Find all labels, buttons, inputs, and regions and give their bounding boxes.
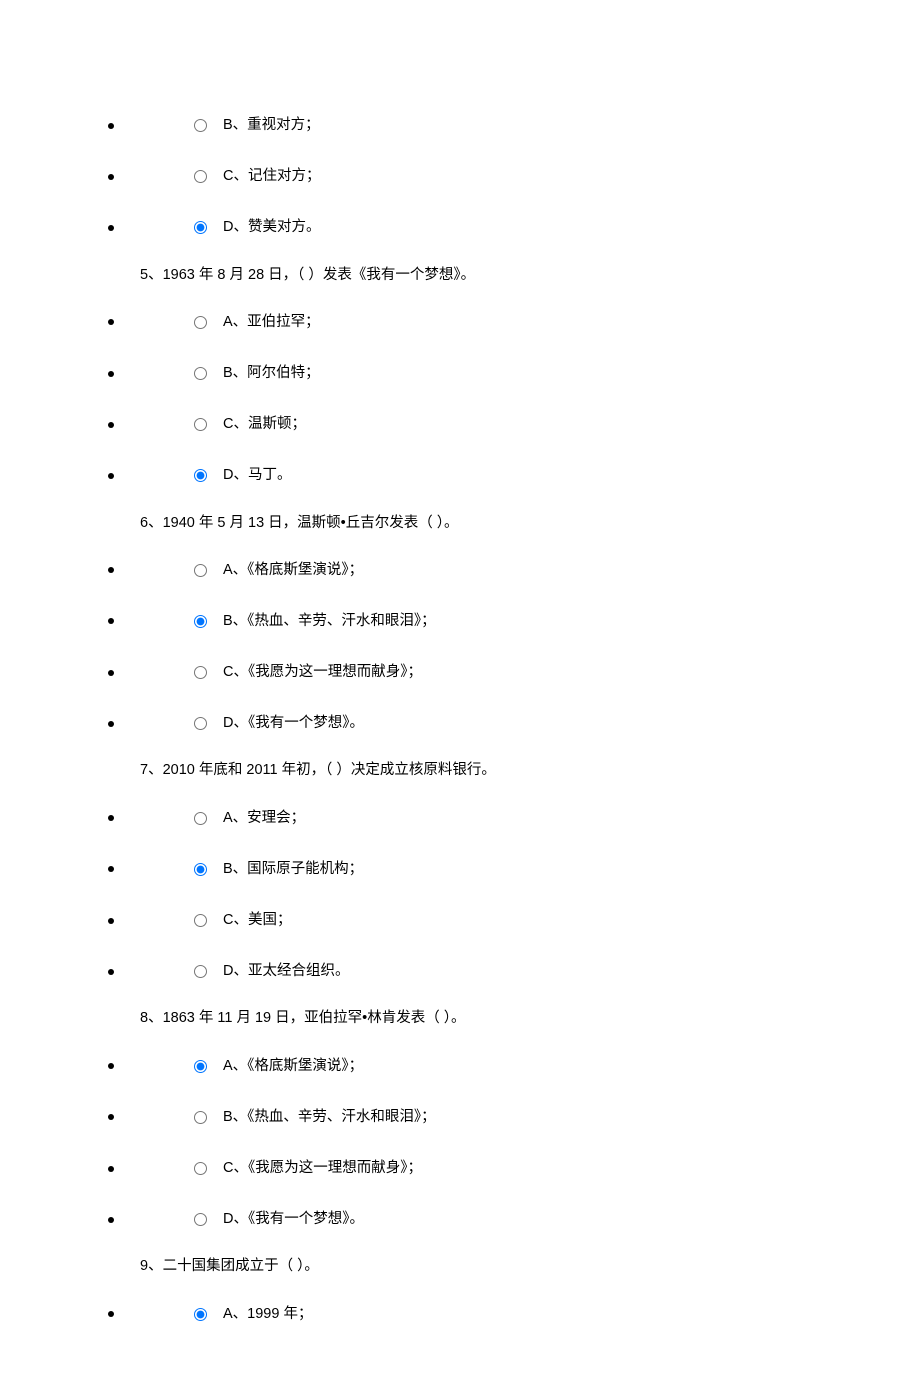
option-radio[interactable] xyxy=(194,316,207,329)
option-row: A、安理会； xyxy=(0,793,920,844)
option-label: B、《热血、辛劳、汗水和眼泪》； xyxy=(223,610,436,633)
bullet-icon xyxy=(108,422,114,428)
option-radio[interactable] xyxy=(194,564,207,577)
option-label: D、《我有一个梦想》。 xyxy=(223,1208,364,1231)
option-row: C、《我愿为这一理想而献身》； xyxy=(0,1143,920,1194)
bullet-icon xyxy=(108,918,114,924)
option-row: B、阿尔伯特； xyxy=(0,348,920,399)
bullet-icon xyxy=(108,721,114,727)
option-label: C、记住对方； xyxy=(223,165,320,188)
option-radio[interactable] xyxy=(194,469,207,482)
option-label: A、安理会； xyxy=(223,807,305,830)
question-text: 5、1963 年 8 月 28 日，（ ）发表《我有一个梦想》。 xyxy=(140,254,920,297)
bullet-icon xyxy=(108,225,114,231)
option-row: A、亚伯拉罕； xyxy=(0,297,920,348)
question-text: 6、1940 年 5 月 13 日，温斯顿•丘吉尔发表（ ）。 xyxy=(140,502,920,545)
option-label: C、《我愿为这一理想而献身》； xyxy=(223,661,422,684)
question-text: 8、1863 年 11 月 19 日，亚伯拉罕•林肯发表（ ）。 xyxy=(140,997,920,1040)
option-radio[interactable] xyxy=(194,1308,207,1321)
bullet-icon xyxy=(108,1063,114,1069)
option-row: B、重视对方； xyxy=(0,100,920,151)
option-row: D、《我有一个梦想》。 xyxy=(0,1194,920,1245)
bullet-icon xyxy=(108,1311,114,1317)
option-row: A、1999 年； xyxy=(0,1289,920,1340)
bullet-icon xyxy=(108,123,114,129)
option-row: C、温斯顿； xyxy=(0,399,920,450)
option-radio[interactable] xyxy=(194,615,207,628)
option-label: C、美国； xyxy=(223,909,291,932)
option-label: C、《我愿为这一理想而献身》； xyxy=(223,1157,422,1180)
bullet-icon xyxy=(108,1217,114,1223)
option-label: A、《格底斯堡演说》； xyxy=(223,1055,363,1078)
option-radio[interactable] xyxy=(194,863,207,876)
option-radio[interactable] xyxy=(194,1111,207,1124)
option-radio[interactable] xyxy=(194,367,207,380)
option-label: D、亚太经合组织。 xyxy=(223,960,349,983)
option-row: B、国际原子能机构； xyxy=(0,844,920,895)
option-radio[interactable] xyxy=(194,119,207,132)
option-radio[interactable] xyxy=(194,717,207,730)
bullet-icon xyxy=(108,670,114,676)
option-radio[interactable] xyxy=(194,812,207,825)
option-radio[interactable] xyxy=(194,914,207,927)
option-radio[interactable] xyxy=(194,666,207,679)
option-radio[interactable] xyxy=(194,418,207,431)
bullet-icon xyxy=(108,866,114,872)
option-label: C、温斯顿； xyxy=(223,413,306,436)
bullet-icon xyxy=(108,174,114,180)
option-row: D、《我有一个梦想》。 xyxy=(0,698,920,749)
option-row: D、亚太经合组织。 xyxy=(0,946,920,997)
bullet-icon xyxy=(108,567,114,573)
bullet-icon xyxy=(108,473,114,479)
option-row: C、《我愿为这一理想而献身》； xyxy=(0,647,920,698)
option-label: D、马丁。 xyxy=(223,464,291,487)
option-label: A、《格底斯堡演说》； xyxy=(223,559,363,582)
bullet-icon xyxy=(108,371,114,377)
option-radio[interactable] xyxy=(194,170,207,183)
option-row: A、《格底斯堡演说》； xyxy=(0,1041,920,1092)
option-radio[interactable] xyxy=(194,1060,207,1073)
option-label: B、重视对方； xyxy=(223,114,320,137)
bullet-icon xyxy=(108,1114,114,1120)
option-row: B、《热血、辛劳、汗水和眼泪》； xyxy=(0,1092,920,1143)
option-label: A、1999 年； xyxy=(223,1303,312,1326)
option-row: C、美国； xyxy=(0,895,920,946)
option-radio[interactable] xyxy=(194,1213,207,1226)
option-label: D、《我有一个梦想》。 xyxy=(223,712,364,735)
option-row: C、记住对方； xyxy=(0,151,920,202)
option-radio[interactable] xyxy=(194,965,207,978)
bullet-icon xyxy=(108,319,114,325)
option-radio[interactable] xyxy=(194,1162,207,1175)
option-label: B、国际原子能机构； xyxy=(223,858,363,881)
question-text: 9、二十国集团成立于（ ）。 xyxy=(140,1245,920,1288)
bullet-icon xyxy=(108,969,114,975)
option-label: B、阿尔伯特； xyxy=(223,362,320,385)
option-radio[interactable] xyxy=(194,221,207,234)
option-label: D、赞美对方。 xyxy=(223,216,320,239)
option-row: D、马丁。 xyxy=(0,450,920,501)
option-label: A、亚伯拉罕； xyxy=(223,311,320,334)
option-label: B、《热血、辛劳、汗水和眼泪》； xyxy=(223,1106,436,1129)
option-row: B、《热血、辛劳、汗水和眼泪》； xyxy=(0,596,920,647)
bullet-icon xyxy=(108,815,114,821)
question-text: 7、2010 年底和 2011 年初，（ ）决定成立核原料银行。 xyxy=(140,749,920,792)
option-row: A、《格底斯堡演说》； xyxy=(0,545,920,596)
bullet-icon xyxy=(108,618,114,624)
option-row: D、赞美对方。 xyxy=(0,202,920,253)
bullet-icon xyxy=(108,1166,114,1172)
